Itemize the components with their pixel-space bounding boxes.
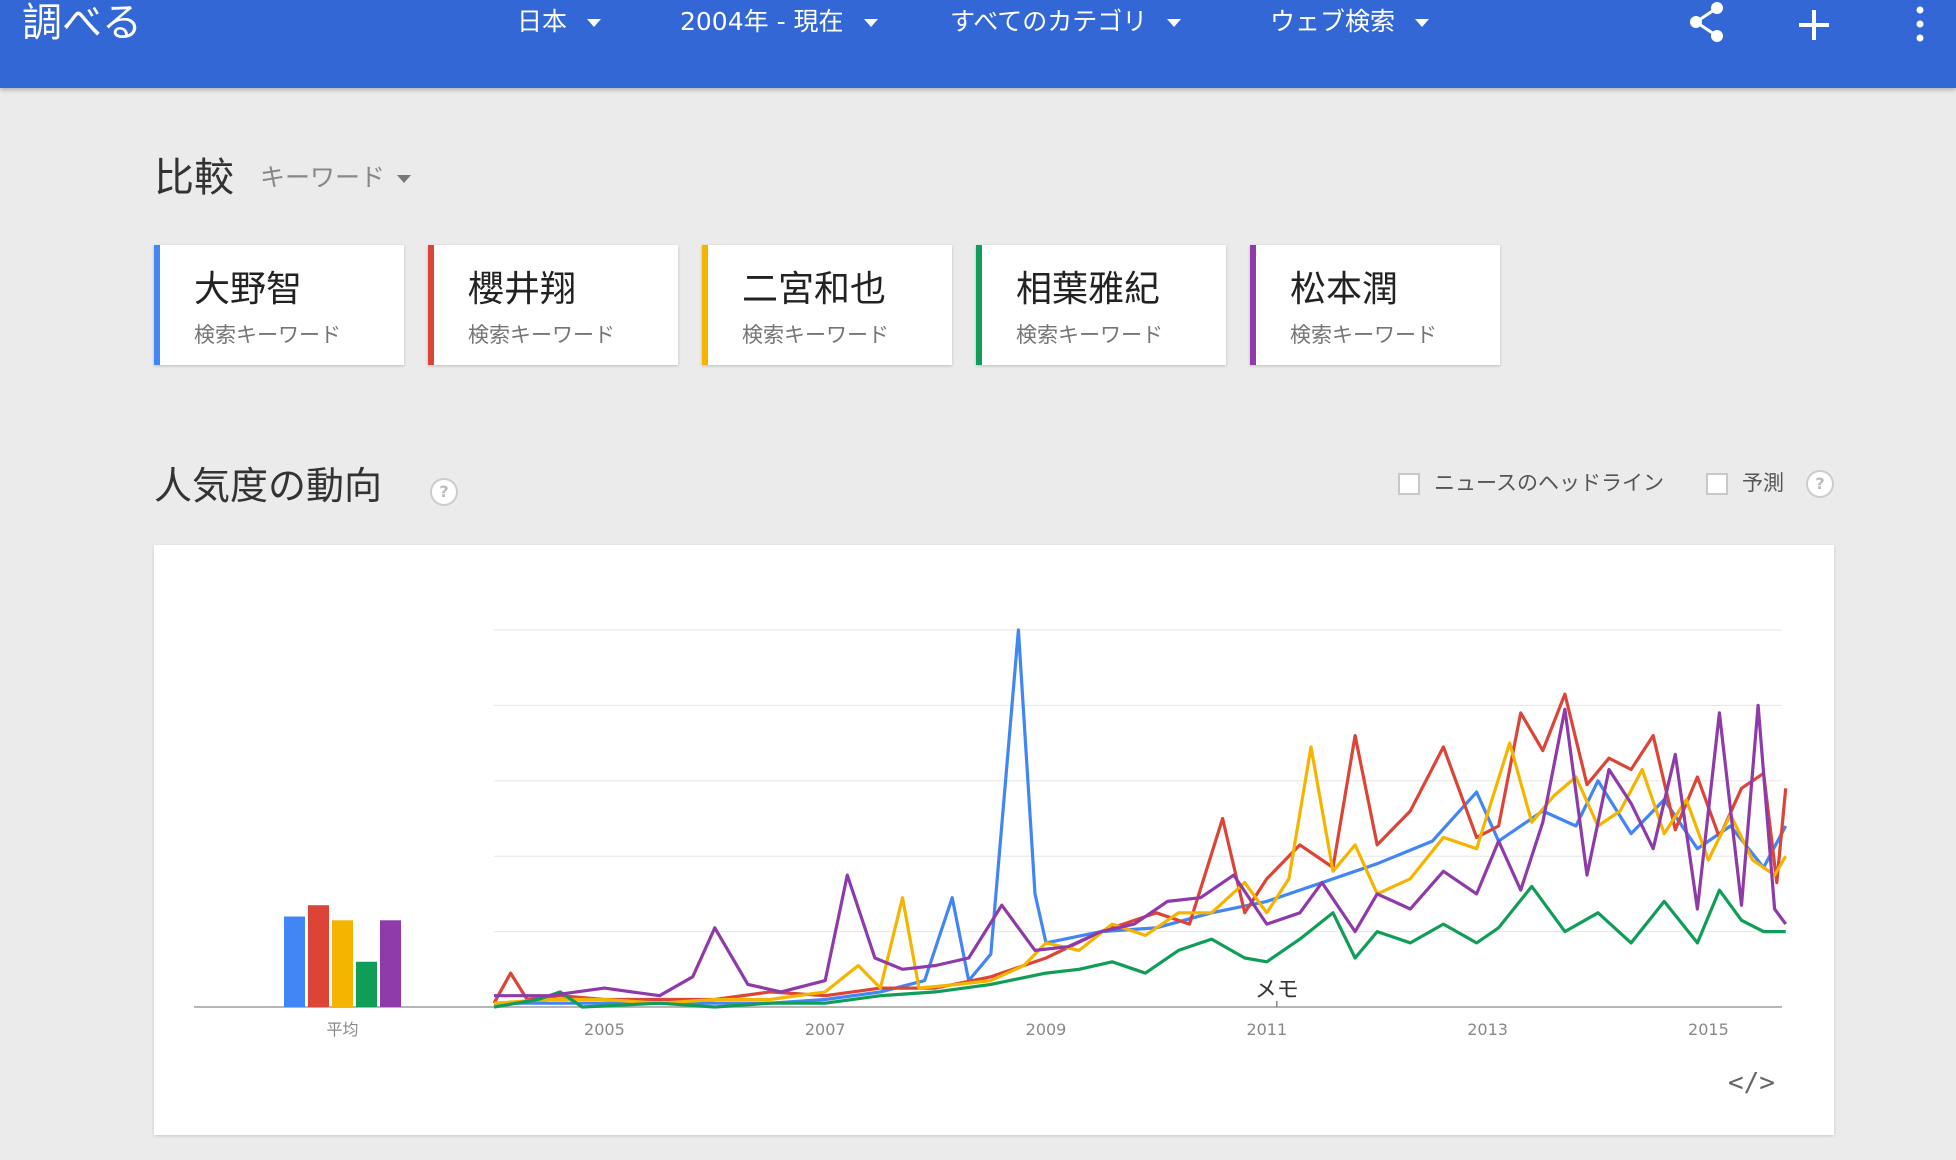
top-app-bar: 調べる 日本 2004年 - 現在 すべてのカテゴリ ウェブ検索 — [0, 0, 1956, 88]
average-bar — [284, 916, 305, 1007]
interest-over-time-title: 人気度の動向 — [154, 464, 383, 508]
term-name: 櫻井翔 — [468, 269, 577, 310]
search-type-filter-label: ウェブ検索 — [1270, 7, 1396, 36]
x-tick-label: 2009 — [1026, 1020, 1067, 1039]
term-color-bar — [1250, 245, 1256, 365]
average-bar — [380, 920, 401, 1007]
category-filter[interactable]: すべてのカテゴリ — [950, 4, 1182, 40]
series-line — [493, 884, 1786, 1009]
x-tick-label: 2013 — [1467, 1020, 1508, 1039]
checkbox[interactable] — [1706, 473, 1728, 495]
search-type-filter[interactable]: ウェブ検索 — [1270, 4, 1430, 40]
x-tick-label: 2005 — [584, 1020, 625, 1039]
term-type: 検索キーワード — [468, 323, 615, 347]
term-card-2[interactable]: 櫻井翔 検索キーワード — [428, 245, 678, 365]
chevron-down-icon — [1167, 19, 1182, 27]
share-icon[interactable] — [1686, 0, 1728, 48]
trend-chart: 平均 2005 2007 2009 2011 2013 2015 メモ — [194, 628, 1788, 1039]
term-type: 検索キーワード — [1016, 323, 1163, 347]
region-filter-label: 日本 — [517, 7, 568, 36]
term-name: 大野智 — [194, 269, 303, 310]
compare-title: 比較 — [154, 155, 234, 201]
average-bar — [332, 920, 353, 1007]
term-type: 検索キーワード — [742, 323, 889, 347]
series-line — [494, 628, 1788, 1005]
keyword-dropdown[interactable]: キーワード — [260, 160, 412, 196]
checkbox[interactable] — [1398, 473, 1420, 495]
term-card-1[interactable]: 大野智 検索キーワード — [154, 245, 404, 365]
chevron-down-icon — [863, 19, 878, 27]
more-vert-icon[interactable] — [1912, 0, 1928, 48]
term-card-3[interactable]: 二宮和也 検索キーワード — [702, 245, 952, 365]
embed-code-icon[interactable]: </> — [1728, 1068, 1775, 1098]
term-color-bar — [976, 245, 982, 365]
news-headlines-toggle[interactable]: ニュースのヘッドライン — [1398, 468, 1664, 498]
term-name: 松本潤 — [1290, 269, 1399, 310]
note-label: メモ — [1255, 978, 1299, 1003]
term-color-bar — [154, 245, 160, 365]
date-range-filter[interactable]: 2004年 - 現在 — [680, 4, 878, 40]
chevron-down-icon — [1415, 19, 1430, 27]
average-bar — [308, 905, 329, 1007]
term-name: 相葉雅紀 — [1016, 269, 1161, 310]
term-card-4[interactable]: 相葉雅紀 検索キーワード — [976, 245, 1226, 365]
add-icon[interactable] — [1796, 0, 1832, 48]
term-card-5[interactable]: 松本潤 検索キーワード — [1250, 245, 1500, 365]
term-type: 検索キーワード — [194, 323, 341, 347]
term-type: 検索キーワード — [1290, 323, 1437, 347]
x-tick-label: 2007 — [805, 1020, 846, 1039]
app-title: 調べる — [22, 0, 142, 46]
term-color-bar — [702, 245, 708, 365]
term-color-bar — [428, 245, 434, 365]
series-line — [494, 703, 1787, 998]
region-filter[interactable]: 日本 — [517, 4, 602, 40]
forecast-label: 予測 — [1742, 471, 1784, 495]
category-filter-label: すべてのカテゴリ — [950, 7, 1148, 36]
average-label: 平均 — [326, 1020, 358, 1039]
forecast-toggle[interactable]: 予測 — [1706, 468, 1784, 498]
help-icon[interactable]: ? — [430, 478, 458, 506]
term-name: 二宮和也 — [742, 269, 887, 310]
keyword-dropdown-label: キーワード — [260, 163, 386, 192]
x-tick-label: 2015 — [1688, 1020, 1729, 1039]
news-headlines-label: ニュースのヘッドライン — [1434, 471, 1664, 495]
help-icon[interactable]: ? — [1806, 470, 1834, 498]
trend-chart-card: 平均 2005 2007 2009 2011 2013 2015 メモ </> — [154, 545, 1834, 1135]
series-line — [493, 741, 1788, 1005]
average-bar — [356, 961, 377, 1007]
chevron-down-icon — [397, 175, 412, 183]
x-tick-label: 2011 — [1246, 1020, 1287, 1039]
date-range-filter-label: 2004年 - 現在 — [680, 7, 844, 36]
chevron-down-icon — [587, 19, 602, 27]
